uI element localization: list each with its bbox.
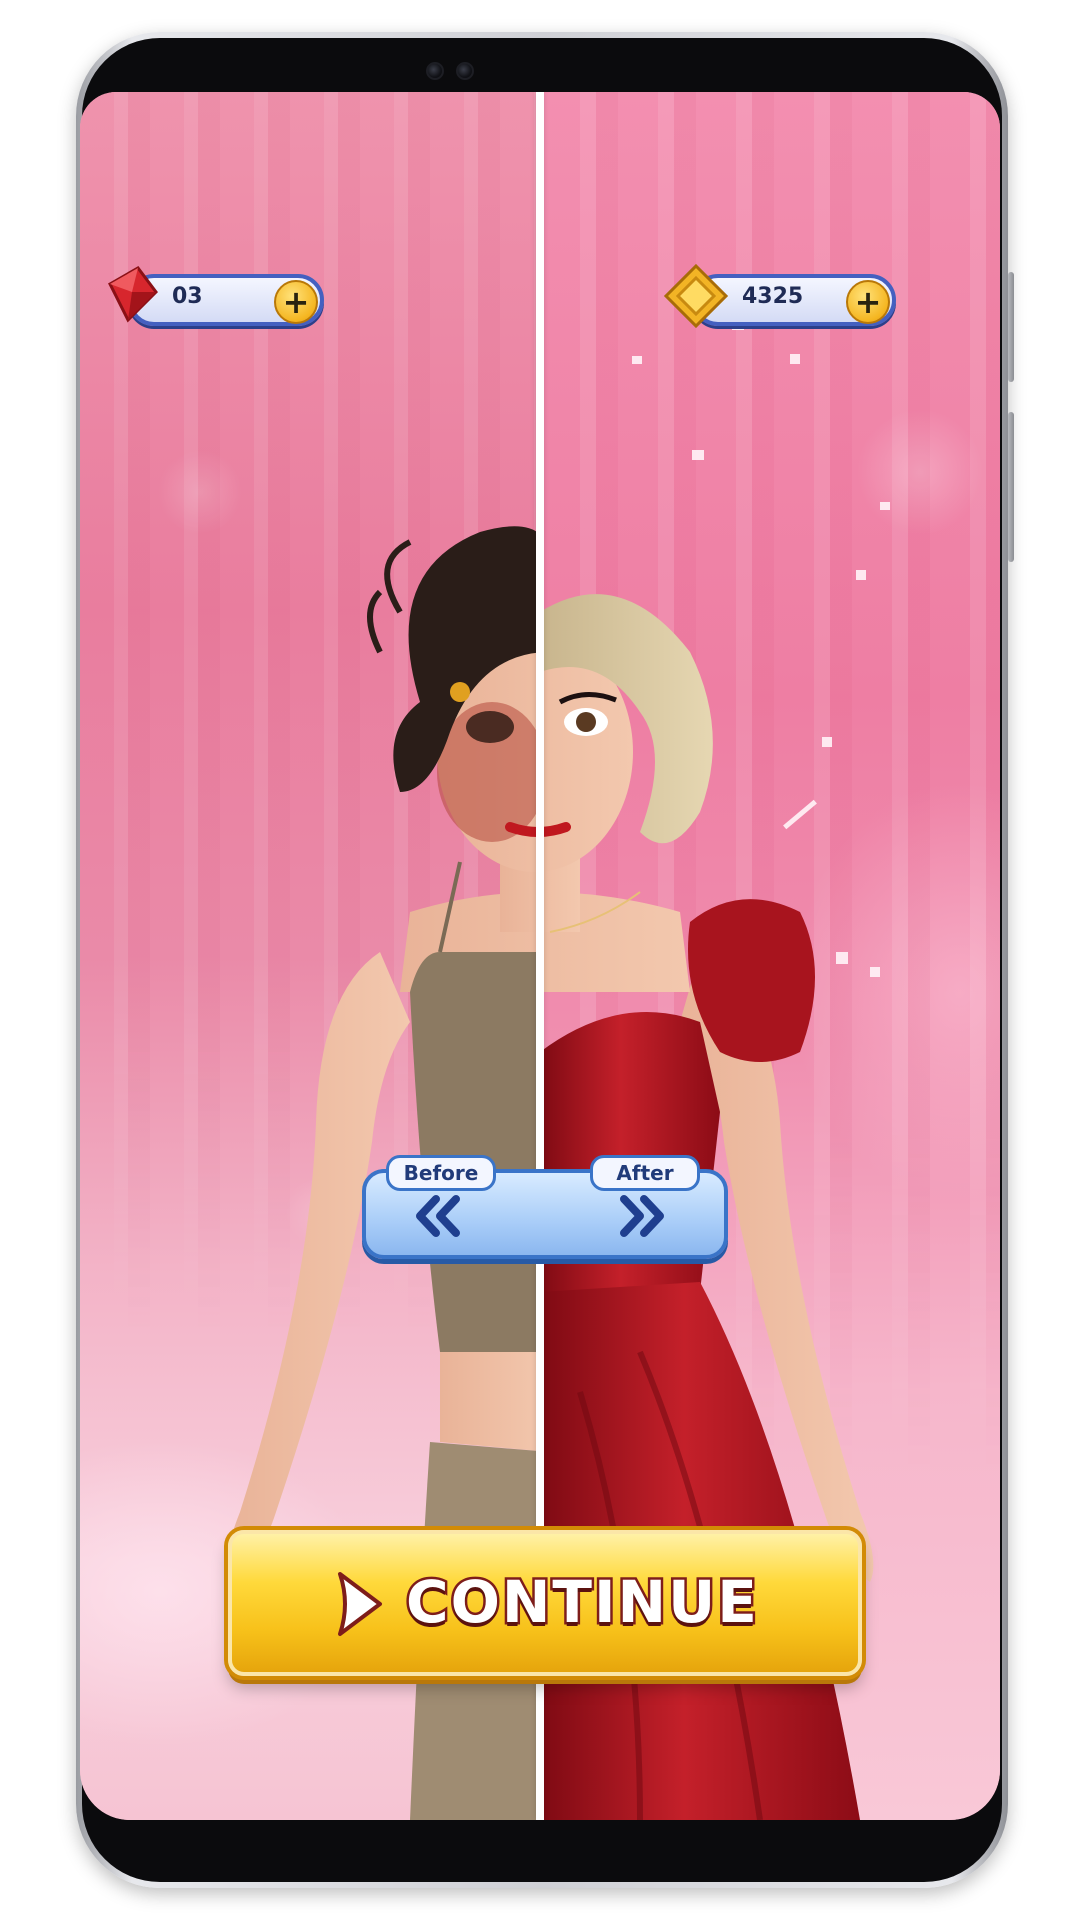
confetti-piece <box>632 356 642 364</box>
front-sensor-icon <box>426 62 444 80</box>
play-arrow-icon <box>338 1572 382 1636</box>
confetti-piece <box>856 570 866 580</box>
confetti-piece <box>836 952 848 964</box>
after-label: After <box>616 1161 674 1185</box>
before-outfit <box>410 861 540 1820</box>
confetti-piece <box>692 450 704 460</box>
before-label: Before <box>403 1161 479 1185</box>
red-gem-icon <box>108 266 158 323</box>
confetti-piece <box>880 502 890 510</box>
add-gems-button[interactable]: + <box>274 280 318 324</box>
before-after-toggle: Before After <box>362 1155 728 1259</box>
front-camera-icon <box>456 62 474 80</box>
after-tab[interactable]: After <box>590 1155 700 1191</box>
volume-button <box>1008 272 1014 382</box>
gem-count: 03 <box>172 284 203 309</box>
before-tab[interactable]: Before <box>386 1155 496 1191</box>
continue-label: CONTINUE <box>404 1566 760 1639</box>
power-button <box>1008 412 1014 562</box>
add-coins-button[interactable]: + <box>846 280 890 324</box>
confetti-piece <box>822 737 832 747</box>
confetti-piece <box>870 967 880 977</box>
double-chevron-right-icon[interactable] <box>612 1191 672 1241</box>
game-screen: 03 + 4325 + Before After CONTINUE <box>80 92 1000 1820</box>
gold-coin-icon <box>663 263 729 329</box>
continue-button[interactable]: CONTINUE <box>228 1530 862 1676</box>
double-chevron-left-icon[interactable] <box>408 1191 468 1241</box>
coin-count: 4325 <box>742 284 804 309</box>
confetti-piece <box>790 354 800 364</box>
